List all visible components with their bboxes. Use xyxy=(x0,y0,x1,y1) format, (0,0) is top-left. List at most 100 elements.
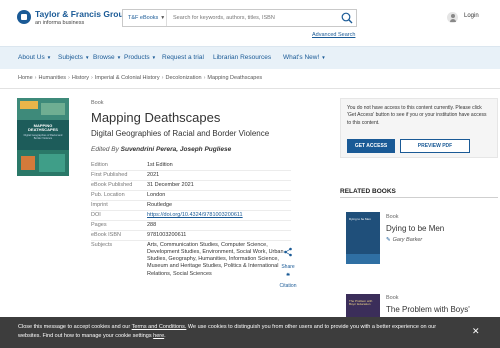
share-button[interactable]: Share xyxy=(279,244,297,270)
preview-pdf-button[interactable]: PREVIEW PDF xyxy=(400,139,470,153)
detail-value: London xyxy=(147,192,166,198)
search-icon xyxy=(341,12,353,24)
search-bar: T&F eBooks ▼ xyxy=(122,9,357,27)
cookie-message: Close this message to accept cookies and… xyxy=(18,323,458,340)
breadcrumb-separator: › xyxy=(68,75,70,81)
related-book-cover[interactable]: Dying to be Men xyxy=(346,212,380,264)
divider xyxy=(91,190,291,191)
chevron-down-icon: ▼ xyxy=(151,55,157,60)
cover-artwork xyxy=(17,150,69,176)
nav-label: Request a trial xyxy=(162,54,204,61)
breadcrumb-separator: › xyxy=(91,75,93,81)
nav-browse[interactable]: Browse ▼ xyxy=(93,54,121,61)
author-name[interactable]: Gary Barker xyxy=(393,237,423,243)
detail-value: Routledge xyxy=(147,202,173,208)
nav-about-us[interactable]: About Us ▼ xyxy=(18,54,51,61)
detail-value: 1st Edition xyxy=(147,162,173,168)
cover-title: MAPPING DEATHSCAPES xyxy=(28,123,58,133)
cookie-banner: Close this message to accept cookies and… xyxy=(0,317,500,348)
related-cover-title: Dying to be Men xyxy=(349,217,371,221)
detail-label: Imprint xyxy=(91,202,108,208)
related-book-type: Book xyxy=(386,214,399,220)
related-book-author: ✎ Gary Barker xyxy=(386,237,422,243)
related-books-heading: RELATED BOOKS xyxy=(340,188,396,195)
nav-label: Librarian Resources xyxy=(213,54,272,61)
logo-mark-icon xyxy=(17,10,31,24)
divider xyxy=(91,180,291,181)
search-button[interactable] xyxy=(340,11,354,25)
detail-value: 31 December 2021 xyxy=(147,182,194,188)
book-title: Mapping Deathscapes xyxy=(91,110,221,125)
cover-artwork xyxy=(17,98,69,120)
related-cover-title: The Problem with Boys' Education xyxy=(349,299,373,307)
search-scope-select[interactable]: T&F eBooks ▼ xyxy=(123,10,167,26)
search-scope-label: T&F eBooks xyxy=(128,15,159,21)
divider xyxy=(91,240,291,241)
related-book-title[interactable]: Dying to be Men xyxy=(386,224,444,233)
access-message: You do not have access to this content c… xyxy=(347,105,487,126)
detail-label: Pages xyxy=(91,222,107,228)
advanced-search-link[interactable]: Advanced Search xyxy=(312,32,355,38)
detail-value: 288 xyxy=(147,222,157,228)
breadcrumb-current: Mapping Deathscapes xyxy=(207,75,263,81)
nav-label: Subjects xyxy=(58,54,83,61)
edited-by-prefix: Edited By xyxy=(91,146,119,153)
main-nav: About Us ▼ Subjects ▼ Browse ▼ Products ▼ Re… xyxy=(0,46,500,69)
quote-icon: ❝ xyxy=(286,273,290,280)
breadcrumb-imperial-colonial[interactable]: Imperial & Colonial History xyxy=(95,75,160,81)
cookie-settings-link[interactable]: here xyxy=(153,333,164,339)
content-type: Book xyxy=(91,100,104,106)
cover-subtitle: Digital Geographies of Racial and Border… xyxy=(23,134,63,141)
detail-label: eBook ISBN xyxy=(91,232,121,238)
login-label: Login xyxy=(464,13,479,19)
editors[interactable]: Suvendrini Perera, Joseph Pugliese xyxy=(121,146,232,153)
breadcrumb-history[interactable]: History xyxy=(72,75,89,81)
divider xyxy=(91,210,291,211)
nav-label: Products xyxy=(124,54,150,61)
divider xyxy=(0,88,500,89)
chevron-down-icon: ▼ xyxy=(321,55,326,60)
nav-librarian-resources[interactable]: Librarian Resources xyxy=(213,54,271,61)
edited-by: Edited By Suvendrini Perera, Joseph Pugl… xyxy=(91,146,231,153)
detail-label: eBook Published xyxy=(91,182,133,188)
detail-label: Subjects xyxy=(91,242,113,248)
citation-label: Citation xyxy=(279,283,297,289)
cookie-text: Close this message to accept cookies and… xyxy=(18,324,132,330)
chevron-down-icon: ▼ xyxy=(46,55,52,60)
search-input[interactable] xyxy=(169,10,337,26)
breadcrumb-separator: › xyxy=(34,75,37,81)
detail-value: 9781003200611 xyxy=(147,232,187,238)
citation-button[interactable]: ❝ Citation xyxy=(279,272,297,289)
chevron-down-icon: ▼ xyxy=(116,55,122,60)
breadcrumb-decolonization[interactable]: Decolonization xyxy=(166,75,202,81)
share-icon xyxy=(284,247,292,257)
taylor-francis-logo[interactable]: Taylor & Francis Group an informa busine… xyxy=(17,9,129,33)
nav-request-trial[interactable]: Request a trial xyxy=(162,54,204,61)
related-book-type: Book xyxy=(386,295,399,301)
detail-label: DOI xyxy=(91,212,101,218)
breadcrumb-humanities[interactable]: Humanities xyxy=(39,75,67,81)
book-cover: MAPPING DEATHSCAPES Digital Geographies … xyxy=(17,98,69,176)
breadcrumb-separator: › xyxy=(203,75,206,81)
cookie-text: . xyxy=(164,332,166,339)
terms-link[interactable]: Terms and Conditions. xyxy=(132,324,187,330)
nav-whats-new[interactable]: What's New! ▼ xyxy=(283,54,326,61)
nav-label: About Us xyxy=(18,54,45,61)
cover-artwork xyxy=(346,254,380,264)
get-access-button[interactable]: GET ACCESS xyxy=(347,139,395,153)
close-icon[interactable]: ✕ xyxy=(472,326,480,337)
divider xyxy=(91,170,291,171)
detail-value: 2021 xyxy=(147,172,160,178)
subjects-list: Arts, Communication Studies, Computer Sc… xyxy=(147,242,284,277)
related-book-title[interactable]: The Problem with Boys' xyxy=(386,305,470,314)
nav-products[interactable]: Products ▼ xyxy=(124,54,156,61)
nav-label: Browse xyxy=(93,54,115,61)
nav-label: What's New! xyxy=(283,54,320,61)
breadcrumb-home[interactable]: Home xyxy=(18,75,33,81)
detail-label: Pub. Location xyxy=(91,192,125,198)
divider xyxy=(340,197,498,198)
logo-name: Taylor & Francis Group xyxy=(35,9,129,19)
nav-subjects[interactable]: Subjects ▼ xyxy=(58,54,89,61)
login-button[interactable]: Login xyxy=(447,12,492,24)
doi-link[interactable]: https://doi.org/10.4324/9781003200611 xyxy=(147,212,287,219)
